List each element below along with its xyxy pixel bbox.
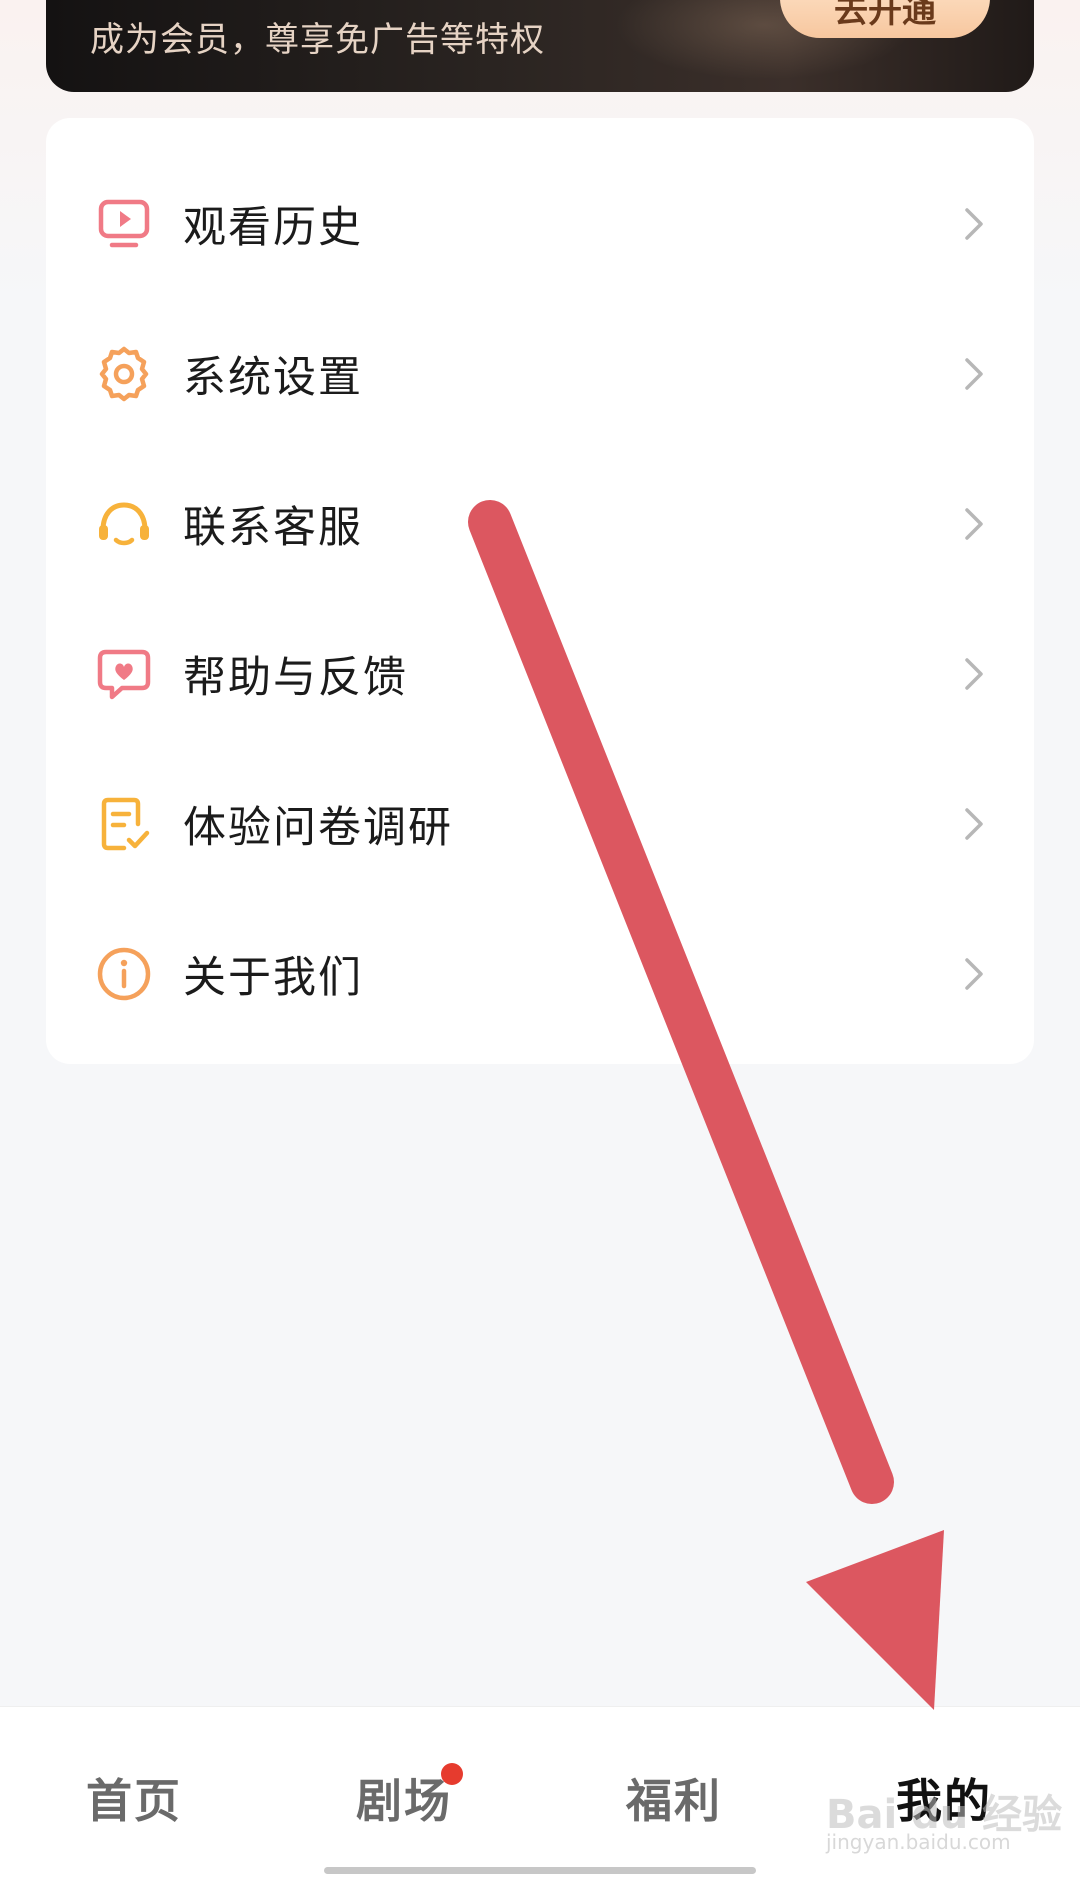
chevron-right-icon — [965, 208, 983, 240]
chevron-right-icon — [965, 808, 983, 840]
chevron-right-icon — [965, 358, 983, 390]
info-icon — [94, 944, 154, 1004]
menu-item-about-us[interactable]: 关于我们 — [46, 899, 1034, 1049]
menu-item-label: 帮助与反馈 — [183, 653, 408, 703]
chevron-right-icon — [965, 958, 983, 990]
tab-home[interactable]: 首页 — [34, 1765, 234, 1831]
gear-icon — [94, 344, 154, 404]
menu-item-label: 体验问卷调研 — [183, 803, 453, 853]
menu-item-label: 观看历史 — [183, 203, 363, 253]
vip-banner-subtitle: 成为会员，尊享免广告等特权 — [90, 20, 545, 60]
home-indicator[interactable] — [324, 1867, 756, 1874]
survey-check-icon — [94, 794, 154, 854]
menu-item-help-feedback[interactable]: 帮助与反馈 — [46, 599, 1034, 749]
menu-card: 观看历史 系统设置 联系客服 帮助与反馈 体验问卷调研 关于我们 — [46, 118, 1034, 1064]
menu-item-survey[interactable]: 体验问卷调研 — [46, 749, 1034, 899]
vip-open-button[interactable]: 去开通 — [780, 0, 990, 38]
baidu-watermark-url: jingyan.baidu.com — [826, 1830, 1011, 1854]
menu-item-label: 系统设置 — [183, 353, 363, 403]
chat-heart-icon — [94, 644, 154, 704]
menu-item-label: 联系客服 — [183, 503, 363, 553]
tv-play-icon — [94, 194, 154, 254]
chevron-right-icon — [965, 658, 983, 690]
menu-item-watch-history[interactable]: 观看历史 — [46, 149, 1034, 299]
headset-icon — [94, 494, 154, 554]
tab-welfare[interactable]: 福利 — [574, 1765, 774, 1831]
chevron-right-icon — [965, 508, 983, 540]
notification-badge — [441, 1763, 463, 1785]
menu-item-system-settings[interactable]: 系统设置 — [46, 299, 1034, 449]
vip-banner[interactable]: 成为会员，尊享免广告等特权 去开通 — [46, 0, 1034, 92]
tab-theater[interactable]: 剧场 — [304, 1765, 504, 1831]
menu-item-contact-service[interactable]: 联系客服 — [46, 449, 1034, 599]
menu-item-label: 关于我们 — [183, 953, 363, 1003]
